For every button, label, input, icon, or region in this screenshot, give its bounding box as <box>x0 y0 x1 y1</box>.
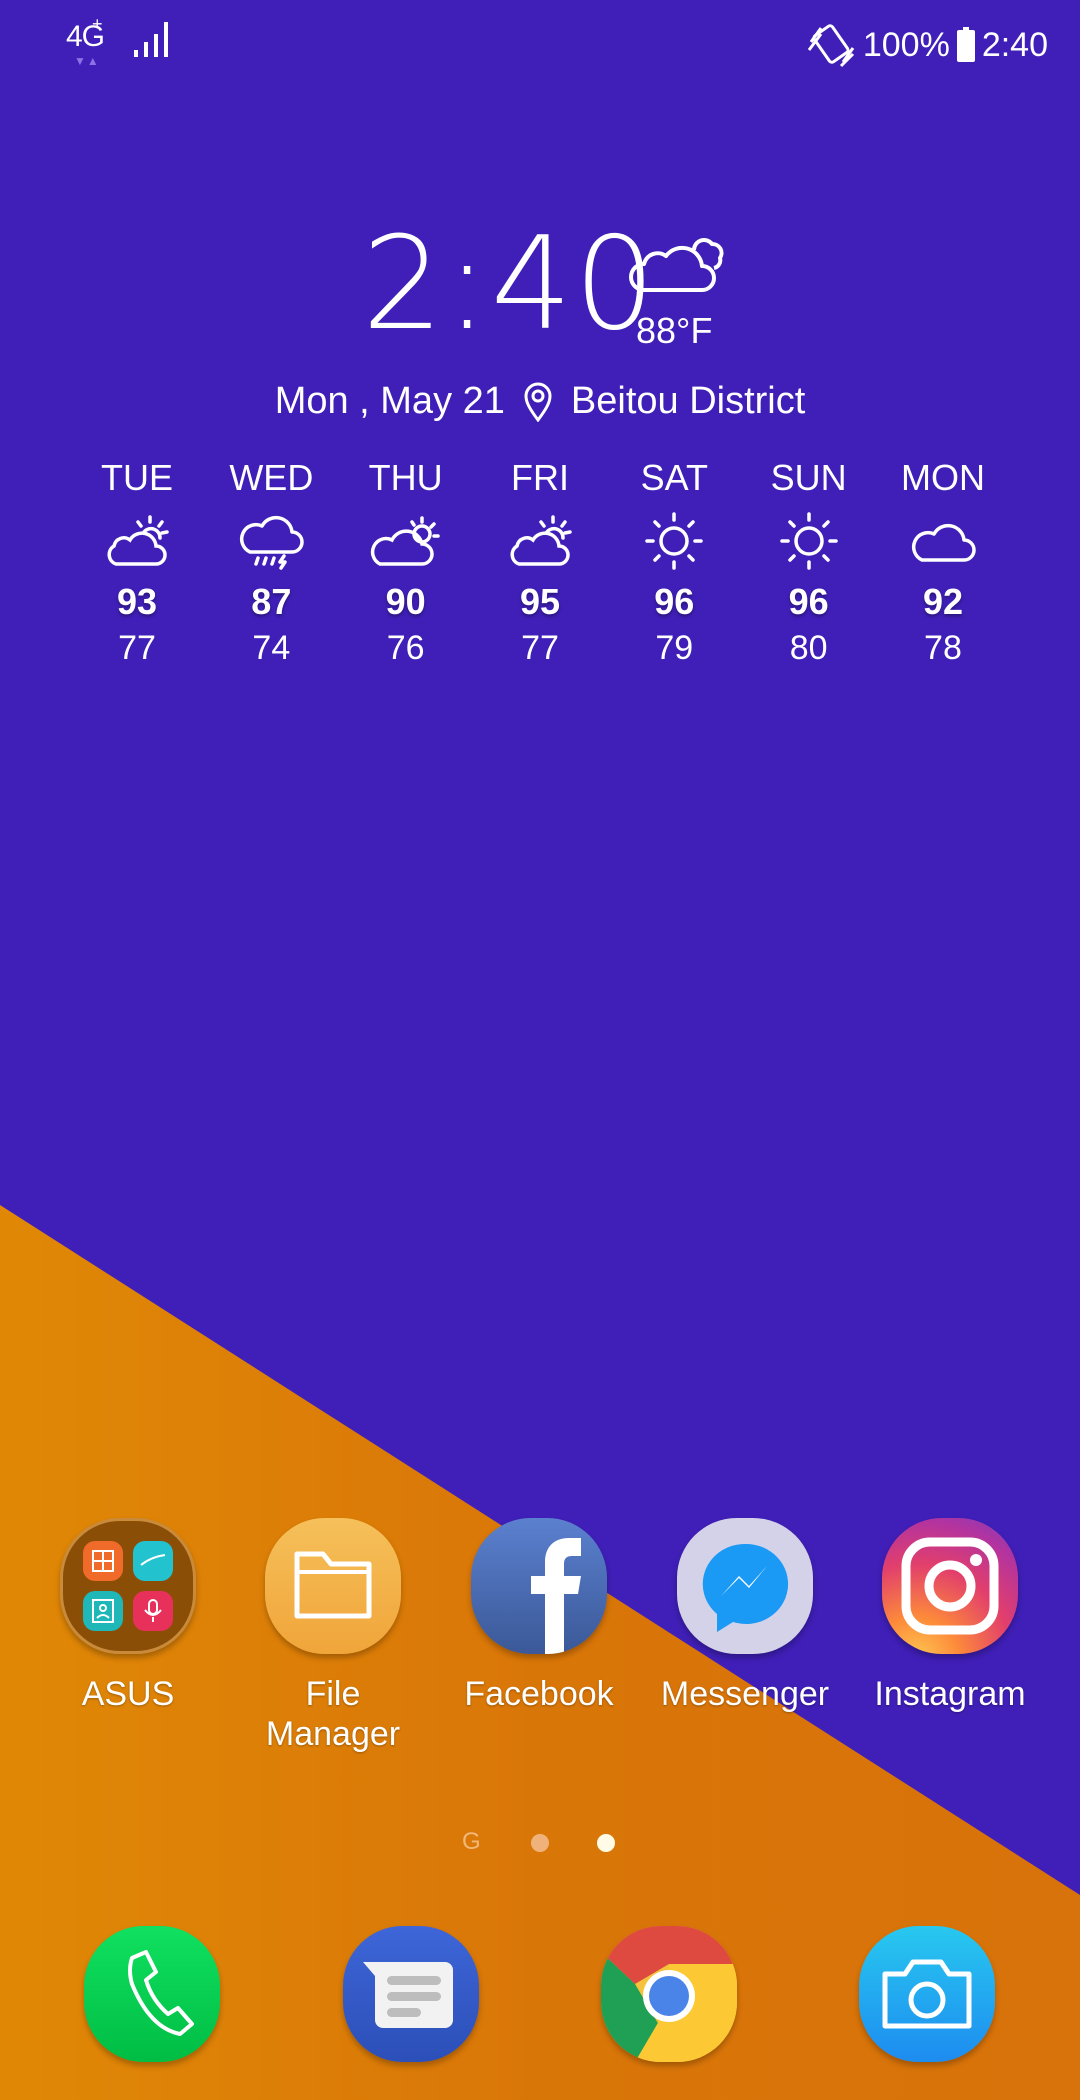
camera-app-icon[interactable] <box>859 1926 995 2062</box>
cloudy-icon <box>629 238 724 292</box>
forecast-day: WED 87 74 <box>204 455 338 668</box>
widget-location[interactable]: Beitou District <box>571 380 805 423</box>
chrome-logo-icon <box>601 1926 737 2062</box>
forecast-high: 87 <box>251 581 292 622</box>
sunny-icon <box>779 512 838 570</box>
forecast-low: 79 <box>655 629 694 667</box>
forecast-day-name: WED <box>229 457 314 498</box>
app-asus-folder[interactable]: ASUS <box>33 1518 223 1714</box>
network-plus: + <box>92 14 103 34</box>
forecast-high: 93 <box>116 581 158 622</box>
forecast-day: THU 90 76 <box>339 455 473 668</box>
status-time: 2:40 <box>981 25 1048 64</box>
google-feed-page-indicator[interactable]: G <box>462 1828 481 1856</box>
forecast-day-name: FRI <box>510 457 569 498</box>
instagram-icon[interactable] <box>882 1518 1018 1654</box>
forecast-day-name: SUN <box>770 457 847 498</box>
data-activity-icon: ▼▲ <box>74 54 100 68</box>
folder-icon[interactable] <box>60 1518 196 1654</box>
status-bar: 4G + ▼▲ 100% 2:40 <box>0 0 1080 90</box>
facebook-f-glyph <box>531 1538 581 1654</box>
auto-rotate-icon <box>807 24 855 68</box>
sunny-icon <box>645 512 704 570</box>
app-label: Messenger <box>660 1675 830 1713</box>
thunderstorm-icon <box>240 515 305 570</box>
partly-sunny-icon <box>510 515 572 566</box>
battery-percent: 100% <box>862 25 950 64</box>
forecast-day-name: THU <box>368 457 443 498</box>
file-manager-icon[interactable] <box>265 1518 401 1654</box>
phone-handset-icon <box>128 1950 194 2036</box>
folder-app-previews <box>83 1541 173 1631</box>
message-bubble-icon <box>363 1962 453 2028</box>
signal-bars-icon <box>134 22 168 57</box>
cloud-icon <box>911 523 976 562</box>
forecast-day-name: MON <box>900 457 985 498</box>
forecast-day-name: SAT <box>640 457 708 498</box>
facebook-icon[interactable] <box>471 1518 607 1654</box>
forecast-low: 77 <box>521 629 559 667</box>
current-temperature: 88°F <box>636 310 713 351</box>
app-file-manager[interactable]: File Manager <box>238 1518 428 1754</box>
battery-full-icon <box>956 27 975 62</box>
app-instagram[interactable]: Instagram <box>855 1518 1045 1714</box>
clock-weather-widget[interactable]: 2:40 88°F <box>0 220 1080 351</box>
forecast-high: 96 <box>654 581 695 622</box>
app-label-line1: File <box>305 1675 361 1713</box>
forecast-high: 95 <box>519 581 560 622</box>
app-label-line2: Manager <box>265 1715 401 1753</box>
messenger-icon[interactable] <box>677 1518 813 1654</box>
network-indicator: 4G + ▼▲ <box>66 14 106 68</box>
page-indicator[interactable]: G <box>0 1828 1080 1858</box>
instagram-camera-glyph <box>901 1537 999 1635</box>
partly-cloudy-icon <box>370 516 440 566</box>
forecast-day: MON 92 78 <box>876 455 1010 668</box>
partly-sunny-icon <box>107 515 169 566</box>
messages-app-icon[interactable] <box>343 1926 479 2062</box>
forecast-low: 76 <box>386 629 425 667</box>
date-location-row: Mon , May 21 Beitou District <box>0 380 1080 423</box>
chrome-app-icon[interactable] <box>601 1926 737 2062</box>
app-facebook[interactable]: Facebook <box>444 1518 634 1714</box>
location-pin-icon <box>524 382 552 422</box>
weather-forecast[interactable]: TUE 93 77 WED 87 74 THU 90 76 FRI 95 77 … <box>70 455 1010 668</box>
forecast-day-name: TUE <box>101 457 173 498</box>
forecast-low: 74 <box>252 629 291 667</box>
page-dot-active[interactable] <box>597 1834 615 1852</box>
widget-date: Mon , May 21 <box>274 380 505 422</box>
widget-clock-time[interactable]: 2:40 <box>362 220 657 350</box>
forecast-high: 90 <box>385 581 426 622</box>
app-label: ASUS <box>81 1675 175 1713</box>
app-label: Instagram <box>874 1675 1026 1713</box>
page-dot-inactive[interactable] <box>531 1834 549 1852</box>
messenger-bolt-glyph <box>702 1543 789 1632</box>
forecast-day: FRI 95 77 <box>473 455 607 668</box>
app-label: File Manager <box>238 1674 428 1754</box>
forecast-low: 78 <box>924 629 962 667</box>
camera-glyph-icon <box>882 1959 972 2029</box>
forecast-day: SAT 96 79 <box>607 455 741 668</box>
app-label: Facebook <box>464 1675 614 1713</box>
forecast-high: 96 <box>788 581 829 622</box>
forecast-day: SUN 96 80 <box>742 455 876 668</box>
forecast-low: 77 <box>118 629 156 667</box>
forecast-day: TUE 93 77 <box>70 455 204 668</box>
app-messenger[interactable]: Messenger <box>650 1518 840 1714</box>
forecast-high: 92 <box>922 581 963 622</box>
phone-app-icon[interactable] <box>84 1926 220 2062</box>
folder-glyph-icon <box>294 1551 372 1619</box>
forecast-low: 80 <box>789 629 828 667</box>
